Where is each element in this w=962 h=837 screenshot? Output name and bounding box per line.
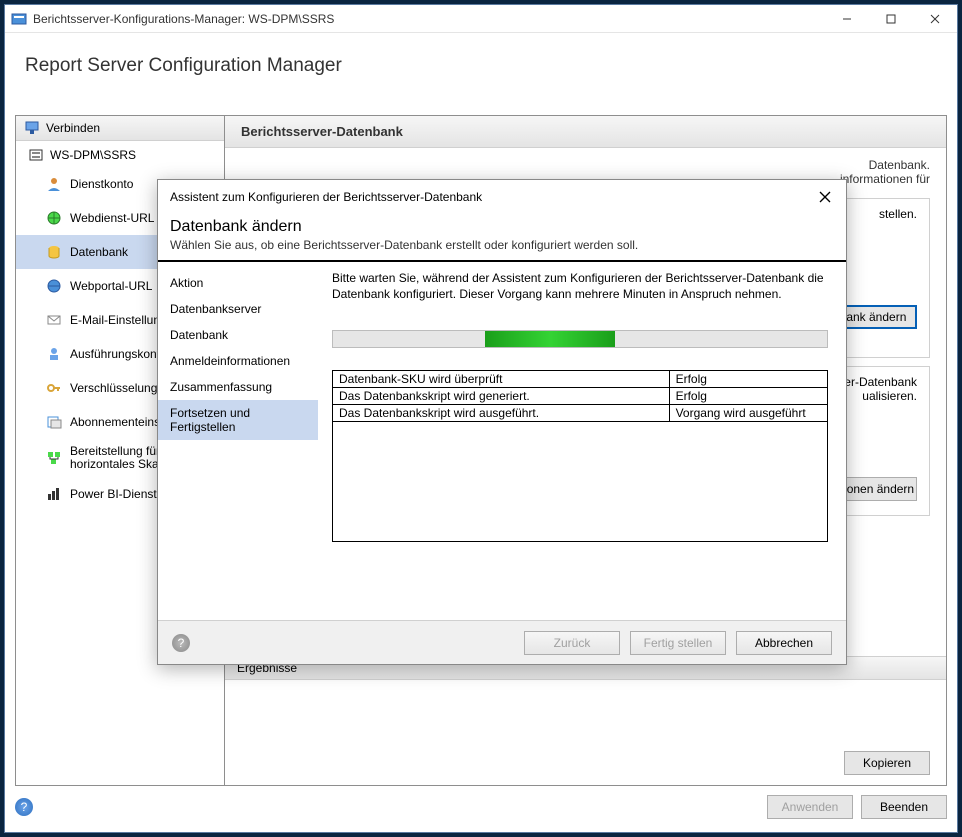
sidebar-server[interactable]: WS-DPM\SSRS (16, 141, 224, 167)
wizard-step-datenbankserver[interactable]: Datenbankserver (158, 296, 318, 322)
sidebar-item-label: Dienstkonto (70, 177, 133, 191)
apply-button[interactable]: Anwenden (767, 795, 853, 819)
sidebar-connect[interactable]: Verbinden (16, 116, 224, 141)
window-title: Berichtsserver-Konfigurations-Manager: W… (33, 12, 825, 26)
connect-icon (24, 120, 40, 136)
status-task: Datenbank-SKU wird überprüft (333, 371, 670, 388)
wizard-step-zusammenfassung[interactable]: Zusammenfassung (158, 374, 318, 400)
app-icon (11, 11, 27, 27)
page-title: Report Server Configuration Manager (25, 55, 937, 77)
sidebar-server-label: WS-DPM\SSRS (50, 148, 136, 162)
status-state: Vorgang wird ausgeführt (669, 405, 827, 422)
globe-icon (46, 278, 62, 294)
app-window: Berichtsserver-Konfigurations-Manager: W… (4, 4, 958, 833)
close-icon (819, 191, 831, 203)
mail-icon (46, 312, 62, 328)
table-row: Das Datenbankskript wird ausgeführt. Vor… (333, 405, 828, 422)
status-task: Das Datenbankskript wird ausgeführt. (333, 405, 670, 422)
back-button[interactable]: Zurück (524, 631, 620, 655)
wizard-dialog: Assistent zum Konfigurieren der Berichts… (157, 179, 847, 665)
status-table-empty (332, 422, 828, 542)
status-state: Erfolg (669, 371, 827, 388)
database-icon (46, 244, 62, 260)
table-row: Das Datenbankskript wird generiert. Erfo… (333, 388, 828, 405)
web-icon (46, 210, 62, 226)
table-row: Datenbank-SKU wird überprüft Erfolg (333, 371, 828, 388)
maximize-button[interactable] (869, 5, 913, 33)
sidebar-item-label: Datenbank (70, 245, 128, 259)
wizard-content: Bitte warten Sie, während der Assistent … (318, 262, 846, 632)
wizard-steps: Aktion Datenbankserver Datenbank Anmelde… (158, 262, 318, 632)
user-icon (46, 176, 62, 192)
help-icon[interactable]: ? (15, 798, 33, 816)
wizard-help-icon[interactable]: ? (172, 634, 190, 652)
progress-bar (332, 330, 828, 348)
sidebar-connect-label: Verbinden (46, 121, 100, 135)
sidebar-item-label: Webdienst-URL (70, 211, 154, 225)
server-icon (28, 147, 44, 163)
cancel-button[interactable]: Abbrechen (736, 631, 832, 655)
key-icon (46, 380, 62, 396)
finish-button[interactable]: Fertig stellen (630, 631, 726, 655)
wizard-step-anmeldeinformationen[interactable]: Anmeldeinformationen (158, 348, 318, 374)
exit-button[interactable]: Beenden (861, 795, 947, 819)
minimize-button[interactable] (825, 5, 869, 33)
wizard-message: Bitte warten Sie, während der Assistent … (332, 270, 828, 302)
sidebar-item-label: Webportal-URL (70, 279, 152, 293)
progress-chunk (485, 331, 615, 347)
wizard-step-datenbank[interactable]: Datenbank (158, 322, 318, 348)
wizard-subheading: Wählen Sie aus, ob eine Berichtsserver-D… (158, 236, 846, 260)
sidebar-item-label: Ausführungskonto (70, 347, 167, 361)
copy-button[interactable]: Kopieren (844, 751, 930, 775)
db-groupbox-text: stellen. (879, 207, 917, 221)
wizard-footer: ? Zurück Fertig stellen Abbrechen (158, 620, 846, 664)
sub-icon (46, 414, 62, 430)
status-table: Datenbank-SKU wird überprüft Erfolg Das … (332, 370, 828, 422)
powerbi-icon (46, 486, 62, 502)
wizard-heading: Datenbank ändern (158, 212, 846, 236)
cred-text2: ualisieren. (862, 389, 917, 403)
status-task: Das Datenbankskript wird generiert. (333, 388, 670, 405)
wizard-step-aktion[interactable]: Aktion (158, 270, 318, 296)
main-header: Berichtsserver-Datenbank (225, 116, 946, 148)
exec-icon (46, 346, 62, 362)
app-header: Report Server Configuration Manager (5, 33, 957, 95)
scale-icon (46, 450, 62, 466)
close-button[interactable] (913, 5, 957, 33)
wizard-close-button[interactable] (816, 188, 834, 206)
footer: ? Anwenden Beenden (15, 792, 947, 822)
wizard-title: Assistent zum Konfigurieren der Berichts… (170, 190, 482, 204)
titlebar: Berichtsserver-Konfigurations-Manager: W… (5, 5, 957, 33)
wizard-step-fertigstellen[interactable]: Fortsetzen und Fertigstellen (158, 400, 318, 440)
status-state: Erfolg (669, 388, 827, 405)
